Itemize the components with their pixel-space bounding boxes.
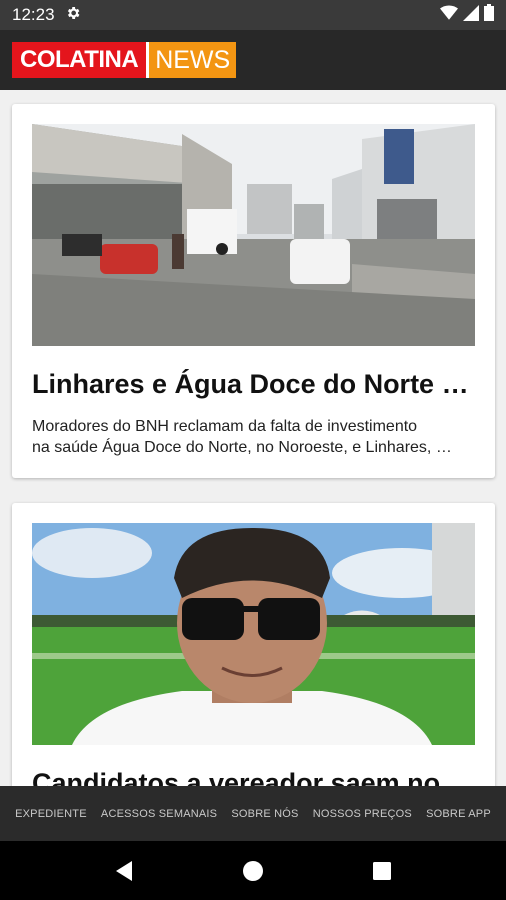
news-feed[interactable]: Linhares e Água Doce do Norte … Moradore… xyxy=(0,90,506,786)
logo-news: NEWS xyxy=(146,42,237,78)
excerpt-line: Moradores do BNH reclamam da falta de in… xyxy=(32,418,418,435)
app-logo[interactable]: COLATINA NEWS xyxy=(12,42,237,78)
article-image[interactable] xyxy=(32,523,475,745)
article-card[interactable]: Linhares e Água Doce do Norte … Moradore… xyxy=(12,104,495,478)
footer-link-acessos-semanais[interactable]: ACESSOS SEMANAIS xyxy=(101,808,217,820)
article-title[interactable]: Linhares e Água Doce do Norte … xyxy=(32,366,475,402)
logo-colatina: COLATINA xyxy=(12,42,147,78)
back-icon[interactable] xyxy=(104,851,144,891)
article-excerpt: Moradores do BNH reclamam da falta de in… xyxy=(32,416,475,458)
footer-menu: EXPEDIENTE ACESSOS SEMANAIS SOBRE NÓS NO… xyxy=(0,786,506,841)
app-bar: COLATINA NEWS xyxy=(0,30,506,90)
battery-icon xyxy=(484,4,494,26)
footer-link-nossos-precos[interactable]: NOSSOS PREÇOS xyxy=(313,808,412,820)
footer-link-expediente[interactable]: EXPEDIENTE xyxy=(15,808,87,820)
footer-link-sobre-app[interactable]: SOBRE APP xyxy=(426,808,491,820)
home-icon[interactable] xyxy=(233,851,273,891)
footer-link-sobre-nos[interactable]: SOBRE NÓS xyxy=(231,808,298,820)
status-time: 12:23 xyxy=(12,5,55,24)
article-image[interactable] xyxy=(32,124,475,346)
excerpt-line: na saúde Água Doce do Norte, no Noroeste… xyxy=(32,439,452,456)
signal-icon xyxy=(463,4,479,26)
wifi-icon xyxy=(440,5,458,26)
article-title[interactable]: Candidatos a vereador saem no xyxy=(32,765,475,786)
recents-icon[interactable] xyxy=(362,851,402,891)
settings-icon xyxy=(65,5,81,26)
article-card[interactable]: Candidatos a vereador saem no xyxy=(12,503,495,786)
system-nav-bar xyxy=(0,841,506,900)
status-bar: 12:23 xyxy=(0,0,506,30)
